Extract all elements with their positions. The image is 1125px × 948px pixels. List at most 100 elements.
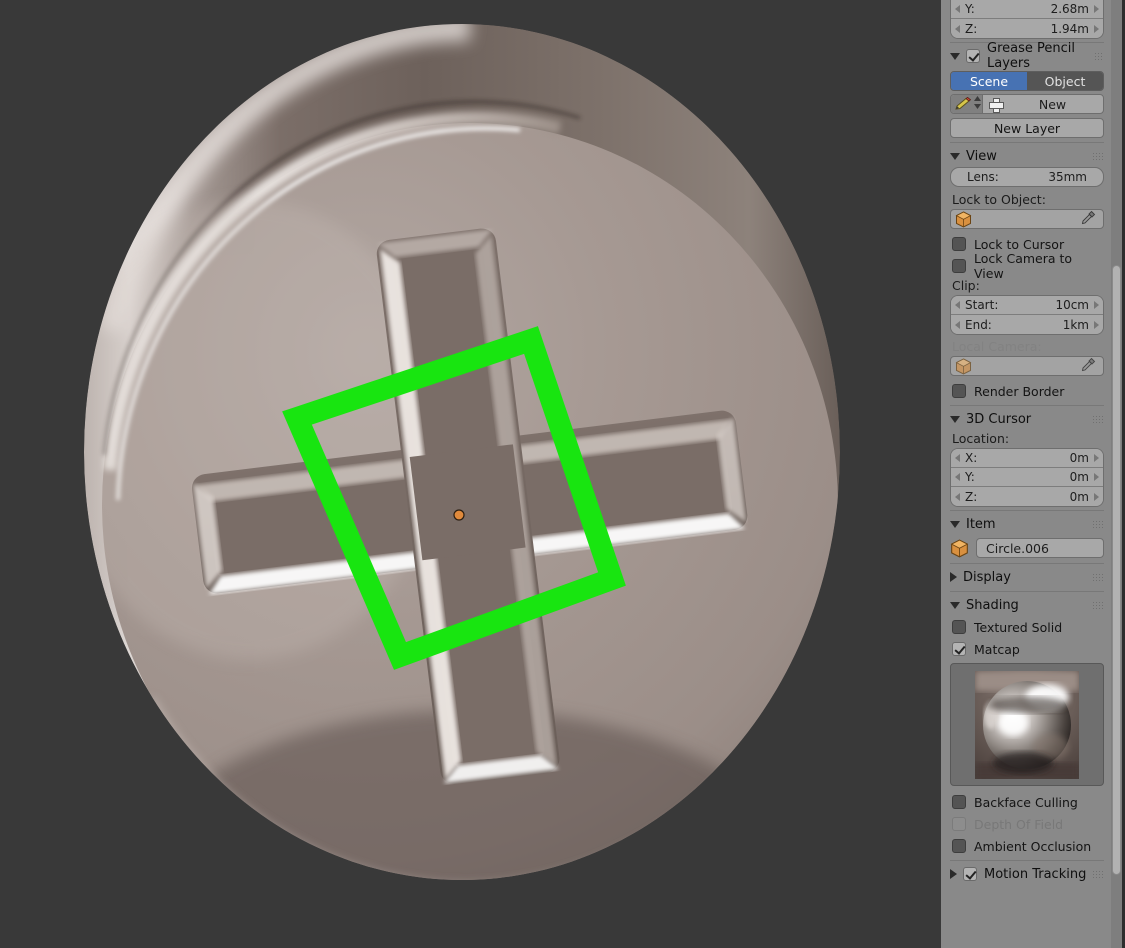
lock-to-cursor-checkbox[interactable] <box>952 237 966 251</box>
divider <box>950 405 1104 406</box>
decrement-arrow-icon[interactable] <box>955 454 960 462</box>
decrement-arrow-icon[interactable] <box>955 5 960 13</box>
lens-field[interactable]: Lens: 35mm <box>950 167 1104 187</box>
clip-end-value: 1km <box>1062 317 1089 332</box>
pencil-browse-box[interactable] <box>951 95 983 113</box>
blender-window: X: 2.68m Y: 2.68m Z: 1.94m <box>0 0 1125 948</box>
toggle-scene[interactable]: Scene <box>951 72 1027 90</box>
eyedropper-icon[interactable] <box>1081 210 1096 228</box>
local-camera-field[interactable] <box>950 356 1104 376</box>
panel-header-view[interactable]: View <box>941 145 1113 167</box>
clip-end-field[interactable]: End: 1km <box>951 315 1103 334</box>
cursor-location-label: Location: <box>952 431 1010 446</box>
updown-arrows-icon[interactable] <box>973 95 982 113</box>
matcap-row[interactable]: Matcap <box>941 638 1113 660</box>
matcap-checkbox[interactable] <box>952 642 966 656</box>
panel-grip-icon[interactable] <box>1092 870 1104 878</box>
panel-header-item[interactable]: Item <box>941 513 1113 535</box>
depth-of-field-checkbox <box>952 817 966 831</box>
cursor-x-field[interactable]: X: 0m <box>951 449 1103 468</box>
local-camera-label: Local Camera: <box>952 339 1042 354</box>
lock-camera-to-view-checkbox[interactable] <box>952 259 966 273</box>
panel-title-3d-cursor: 3D Cursor <box>966 411 1032 427</box>
dimension-z-label: Z: <box>965 21 978 36</box>
sidebar-scrollbar-thumb[interactable] <box>1112 265 1121 875</box>
decrement-arrow-icon[interactable] <box>955 492 960 501</box>
eyedropper-icon[interactable] <box>1081 357 1096 375</box>
cursor-z-field[interactable]: Z: 0m <box>951 487 1103 506</box>
dimension-y-value: 2.68m <box>1050 2 1089 16</box>
triangle-down-icon[interactable] <box>950 601 960 609</box>
increment-arrow-icon[interactable] <box>1094 24 1099 33</box>
panel-header-grease-pencil-layers[interactable]: Grease Pencil Layers <box>941 41 1113 71</box>
chrome-sphere-matcap-icon <box>975 670 1079 779</box>
backface-culling-checkbox[interactable] <box>952 795 966 809</box>
ambient-occlusion-checkbox[interactable] <box>952 839 966 853</box>
cursor-y-field[interactable]: Y: 0m <box>951 468 1103 487</box>
increment-arrow-icon[interactable] <box>1094 454 1099 462</box>
triangle-down-icon[interactable] <box>950 520 960 528</box>
panel-grip-icon[interactable] <box>1092 415 1104 423</box>
panel-grip-icon[interactable] <box>1092 601 1104 609</box>
panel-header-shading[interactable]: Shading <box>941 594 1113 616</box>
increment-arrow-icon[interactable] <box>1094 473 1099 481</box>
dimensions-vector-group[interactable]: X: 2.68m Y: 2.68m Z: 1.94m <box>950 0 1104 39</box>
clip-start-field[interactable]: Start: 10cm <box>951 296 1103 315</box>
clip-vector-group[interactable]: Start: 10cm End: 1km <box>950 295 1104 335</box>
backface-culling-row[interactable]: Backface Culling <box>941 791 1113 813</box>
matcap-label: Matcap <box>974 641 1020 657</box>
dimension-y-label: Y: <box>965 2 975 16</box>
cursor-location-vector-group[interactable]: X: 0m Y: 0m Z: 0m <box>950 448 1104 507</box>
lock-to-object-field[interactable] <box>950 209 1104 229</box>
panel-grip-icon[interactable] <box>1092 520 1104 528</box>
grease-pencil-source-toggle[interactable]: Scene Object <box>950 71 1104 91</box>
decrement-arrow-icon[interactable] <box>955 24 960 33</box>
lens-value: 35mm <box>1048 170 1087 184</box>
decrement-arrow-icon[interactable] <box>955 320 960 329</box>
render-border-label: Render Border <box>974 383 1065 399</box>
triangle-down-icon[interactable] <box>950 152 960 160</box>
item-name-row[interactable]: Circle.006 <box>950 538 1104 558</box>
3d-viewport[interactable] <box>0 0 941 948</box>
panel-title-grease-pencil: Grease Pencil Layers <box>987 41 1075 71</box>
motion-tracking-checkbox[interactable] <box>963 867 977 881</box>
lock-camera-to-view-row[interactable]: Lock Camera to View <box>941 251 1113 281</box>
render-border-checkbox[interactable] <box>952 384 966 398</box>
matcap-preview[interactable] <box>950 663 1104 786</box>
triangle-down-icon[interactable] <box>950 52 960 60</box>
clip-start-label: Start: <box>965 298 999 312</box>
divider <box>950 563 1104 564</box>
pencil-icon <box>955 96 972 110</box>
toggle-object[interactable]: Object <box>1027 72 1103 90</box>
increment-arrow-icon[interactable] <box>1094 320 1099 329</box>
grease-pencil-new-label: New <box>1038 96 1067 112</box>
panel-grip-icon[interactable] <box>1092 152 1104 160</box>
divider <box>950 510 1104 511</box>
properties-sidebar[interactable]: X: 2.68m Y: 2.68m Z: 1.94m <box>941 0 1125 948</box>
textured-solid-row[interactable]: Textured Solid <box>941 616 1113 638</box>
render-border-row[interactable]: Render Border <box>941 380 1113 402</box>
triangle-right-icon[interactable] <box>950 869 957 879</box>
triangle-right-icon[interactable] <box>950 572 957 582</box>
object-name-input[interactable]: Circle.006 <box>976 538 1104 558</box>
mesh-cube-icon <box>955 357 972 375</box>
panel-grip-icon[interactable] <box>1092 573 1104 581</box>
decrement-arrow-icon[interactable] <box>955 473 960 481</box>
grease-pencil-new-row[interactable]: New <box>950 94 1104 114</box>
dimension-z-field[interactable]: Z: 1.94m <box>951 19 1103 38</box>
grease-pencil-checkbox[interactable] <box>966 49 980 63</box>
plus-icon[interactable] <box>989 97 1004 113</box>
decrement-arrow-icon[interactable] <box>955 301 960 309</box>
panel-header-3d-cursor[interactable]: 3D Cursor <box>941 408 1113 430</box>
increment-arrow-icon[interactable] <box>1094 492 1099 501</box>
dimension-y-field[interactable]: Y: 2.68m <box>951 0 1103 19</box>
increment-arrow-icon[interactable] <box>1094 301 1099 309</box>
textured-solid-checkbox[interactable] <box>952 620 966 634</box>
panel-header-motion-tracking[interactable]: Motion Tracking <box>941 863 1113 885</box>
increment-arrow-icon[interactable] <box>1094 5 1099 13</box>
new-layer-button[interactable]: New Layer <box>950 118 1104 138</box>
triangle-down-icon[interactable] <box>950 415 960 423</box>
panel-grip-icon[interactable] <box>1094 52 1104 60</box>
ambient-occlusion-row[interactable]: Ambient Occlusion <box>941 835 1113 857</box>
panel-header-display[interactable]: Display <box>941 566 1113 588</box>
